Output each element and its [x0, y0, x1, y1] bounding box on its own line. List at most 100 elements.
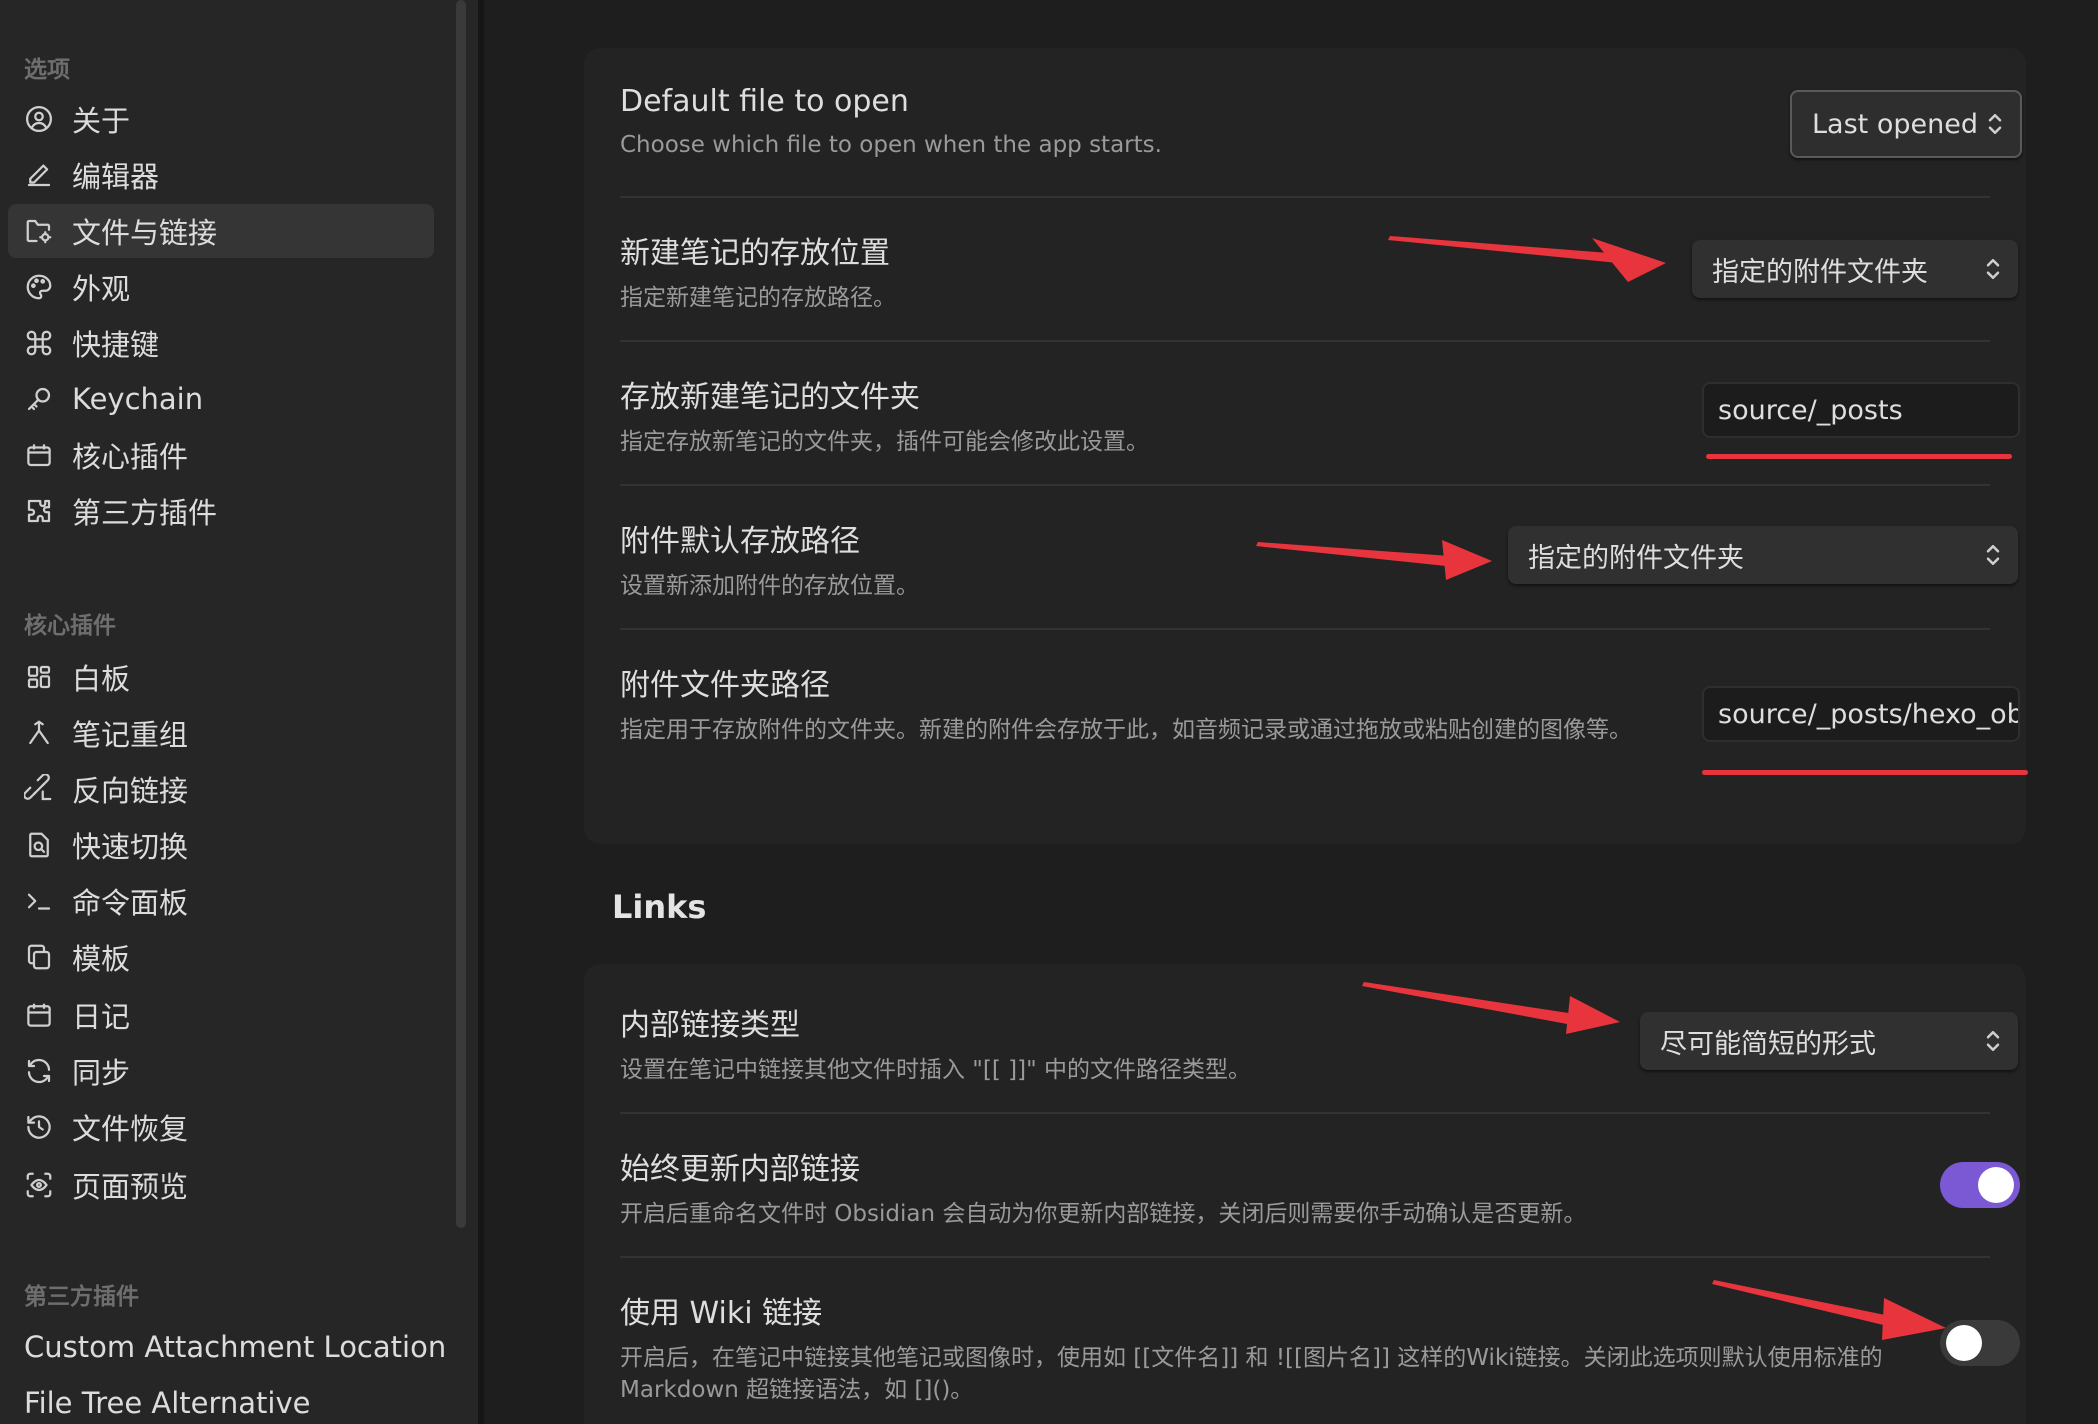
chevron-up-down-icon: [1988, 114, 2002, 134]
copy-icon: [24, 942, 54, 972]
dropdown-value: 指定的附件文件夹: [1528, 542, 1744, 574]
toggle-knob: [1978, 1167, 2014, 1203]
attachment-location-dropdown[interactable]: 指定的附件文件夹: [1508, 526, 2018, 584]
sidebar-item-page-preview[interactable]: 页面预览: [8, 1158, 434, 1212]
new-note-folder-input[interactable]: source/_posts: [1702, 382, 2020, 438]
layout-grid-icon: [24, 662, 54, 692]
sidebar-item-label: 同步: [72, 1056, 131, 1090]
setting-attachment-folder: 附件文件夹路径 指定用于存放附件的文件夹。新建的附件会存放于此，如音频记录或通过…: [620, 660, 1686, 746]
command-icon: [24, 328, 54, 358]
scan-eye-icon: [24, 1170, 54, 1200]
sidebar-item-label: 文件与链接: [72, 216, 218, 250]
history-icon: [24, 1112, 54, 1142]
sidebar-item-label: 快速切换: [72, 830, 189, 864]
sidebar-item-command-palette[interactable]: 命令面板: [8, 874, 434, 928]
calendar-icon: [24, 1000, 54, 1030]
setting-auto-update-links: 始终更新内部链接 开启后重命名文件时 Obsidian 会自动为你更新内部链接，…: [620, 1144, 1990, 1230]
calendar-box-icon: [24, 440, 54, 470]
sidebar-group-title-core-plugins: 核心插件: [24, 613, 116, 639]
sidebar-item-file-tree-alternative[interactable]: File Tree Alternative: [24, 1386, 311, 1420]
row-divider: [620, 484, 1990, 486]
sidebar-item-appearance[interactable]: 外观: [8, 260, 434, 314]
row-divider: [620, 196, 1990, 198]
sidebar-item-file-recovery[interactable]: 文件恢复: [8, 1100, 434, 1154]
sidebar-item-community-plugins[interactable]: 第三方插件: [8, 484, 434, 538]
terminal-icon: [24, 886, 54, 916]
dropdown-value: 指定的附件文件夹: [1712, 256, 1928, 288]
link-format-dropdown[interactable]: 尽可能简短的形式: [1640, 1012, 2018, 1070]
setting-wiki-links: 使用 Wiki 链接 开启后，在笔记中链接其他笔记或图像时，使用如 [[文件名]…: [620, 1288, 1916, 1406]
row-divider: [620, 628, 1990, 630]
default-file-dropdown[interactable]: Last opened: [1790, 90, 2022, 158]
sidebar-item-label: 编辑器: [72, 160, 160, 194]
chevron-up-down-icon: [1986, 545, 2000, 565]
sidebar-item-core-plugins[interactable]: 核心插件: [8, 428, 434, 482]
auto-update-links-toggle[interactable]: [1940, 1162, 2020, 1208]
sidebar-item-about[interactable]: 关于: [8, 92, 434, 146]
sidebar-item-quick-switcher[interactable]: 快速切换: [8, 818, 434, 872]
puzzle-icon: [24, 496, 54, 526]
sidebar-item-label: 页面预览: [72, 1170, 189, 1204]
refresh-icon: [24, 1056, 54, 1086]
sidebar-item-backlinks[interactable]: 反向链接: [8, 762, 434, 816]
setting-title: 附件文件夹路径: [620, 668, 830, 703]
sidebar-item-label: 模板: [72, 942, 131, 976]
sidebar-item-label: 第三方插件: [72, 496, 218, 530]
settings-sidebar: 选项 关于 编辑器 文件与链接 外观 快捷键 Keychain 核心插件 第三方…: [0, 0, 478, 1424]
setting-title: 使用 Wiki 链接: [620, 1296, 823, 1331]
sidebar-item-sync[interactable]: 同步: [8, 1044, 434, 1098]
section-heading-links: Links: [612, 888, 707, 926]
pencil-icon: [24, 160, 54, 190]
chevron-up-down-icon: [1986, 259, 2000, 279]
backlink-icon: [24, 774, 54, 804]
sidebar-item-label: 核心插件: [72, 440, 189, 474]
dropdown-value: Last opened: [1812, 108, 1978, 140]
sidebar-item-files-links[interactable]: 文件与链接: [8, 204, 434, 258]
sidebar-item-daily-notes[interactable]: 日记: [8, 988, 434, 1042]
chevron-up-down-icon: [1986, 1031, 2000, 1051]
sidebar-scrollbar[interactable]: [456, 0, 466, 1228]
sidebar-group-title-options: 选项: [24, 57, 70, 83]
sidebar-item-label: Keychain: [72, 382, 204, 416]
sidebar-item-templates[interactable]: 模板: [8, 930, 434, 984]
setting-description: Choose which file to open when the app s…: [620, 132, 1162, 158]
annotation-underline: [1706, 454, 2012, 459]
dropdown-value: 尽可能简短的形式: [1660, 1028, 1876, 1060]
setting-title: Default file to open: [620, 84, 909, 119]
sidebar-item-label: 反向链接: [72, 774, 189, 808]
new-note-location-dropdown[interactable]: 指定的附件文件夹: [1692, 240, 2018, 298]
sidebar-item-label: 白板: [72, 662, 131, 696]
key-icon: [24, 384, 54, 414]
sidebar-item-label: 命令面板: [72, 886, 189, 920]
sidebar-item-label: 外观: [72, 272, 131, 306]
sidebar-item-label: 日记: [72, 1000, 131, 1034]
wiki-links-toggle[interactable]: [1940, 1320, 2020, 1366]
sidebar-item-editor[interactable]: 编辑器: [8, 148, 434, 202]
sidebar-item-label: 关于: [72, 104, 131, 138]
sidebar-item-note-composer[interactable]: 笔记重组: [8, 706, 434, 760]
merge-icon: [24, 718, 54, 748]
sidebar-item-keychain[interactable]: Keychain: [8, 372, 434, 426]
row-divider: [620, 1112, 1990, 1114]
sidebar-item-custom-attachment-location[interactable]: Custom Attachment Location: [24, 1330, 446, 1364]
files-settings-card: Default file to open Choose which file t…: [584, 48, 2028, 844]
setting-description: 开启后，在笔记中链接其他笔记或图像时，使用如 [[文件名]] 和 ![[图片名]…: [620, 1345, 1883, 1403]
sidebar-item-label: 笔记重组: [72, 718, 189, 752]
attachment-folder-input[interactable]: source/_posts/hexo_ob: [1702, 686, 2020, 742]
row-divider: [620, 1256, 1990, 1258]
file-search-icon: [24, 830, 54, 860]
folder-cog-icon: [24, 216, 54, 246]
sidebar-item-hotkeys[interactable]: 快捷键: [8, 316, 434, 370]
sidebar-item-canvas[interactable]: 白板: [8, 650, 434, 704]
row-divider: [620, 340, 1990, 342]
links-settings-card: 内部链接类型 设置在笔记中链接其他文件时插入 "[[ ]]" 中的文件路径类型。…: [584, 964, 2026, 1424]
user-circle-icon: [24, 104, 54, 134]
sidebar-item-label: 文件恢复: [72, 1112, 189, 1146]
sidebar-item-label: 快捷键: [72, 328, 160, 362]
annotation-underline: [1702, 770, 2028, 775]
setting-title: 始终更新内部链接: [620, 1152, 860, 1187]
setting-description: 指定用于存放附件的文件夹。新建的附件会存放于此，如音频记录或通过拖放或粘贴创建的…: [620, 717, 1632, 743]
toggle-knob: [1946, 1325, 1982, 1361]
setting-description: 开启后重命名文件时 Obsidian 会自动为你更新内部链接，关闭后则需要你手动…: [620, 1201, 1587, 1227]
settings-content: Default file to open Choose which file t…: [484, 0, 2098, 1424]
